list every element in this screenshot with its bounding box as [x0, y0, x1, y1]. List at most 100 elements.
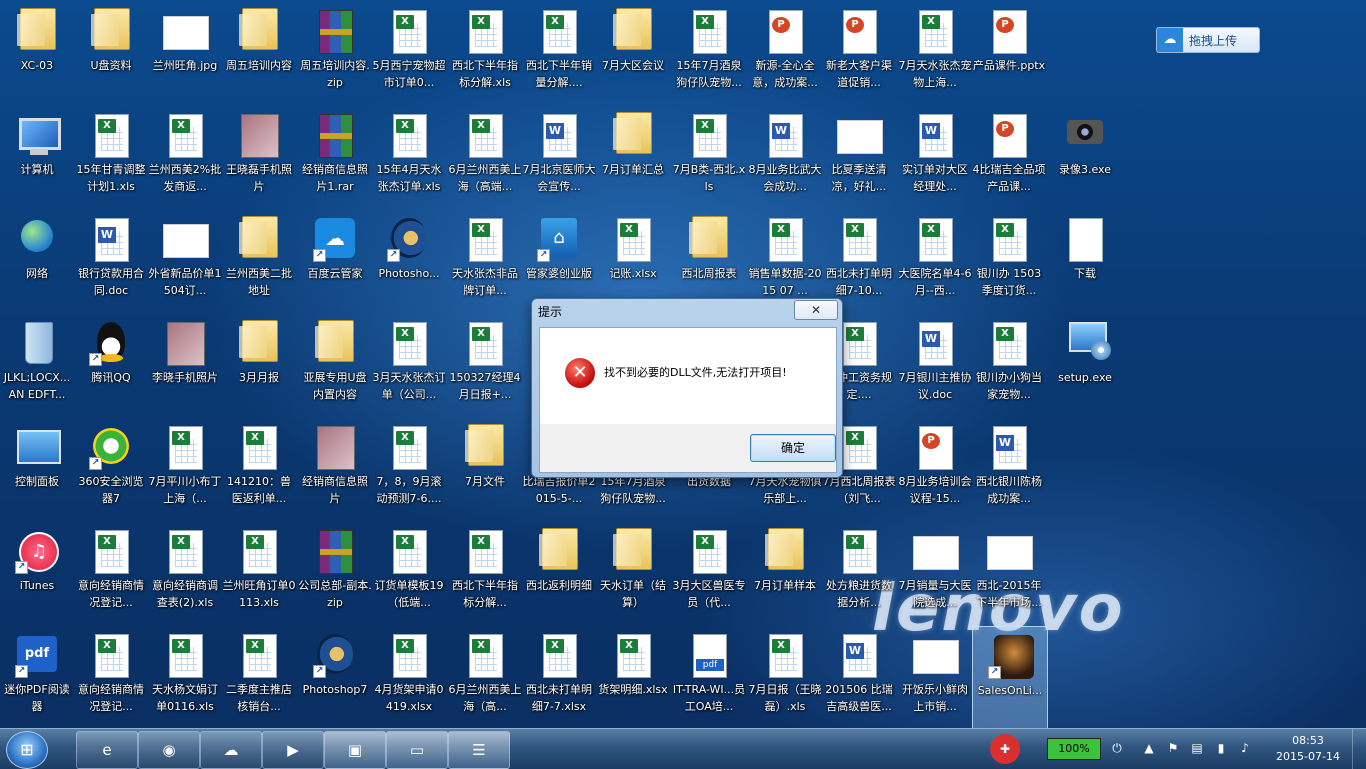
windows-start-button[interactable]: ⊞: [6, 731, 48, 769]
taskbar-360-browser-button[interactable]: e: [76, 731, 138, 769]
desktop-icon[interactable]: X 兰州旺角订单0113.xls: [222, 522, 296, 626]
tray-network-icon[interactable]: ▮: [1212, 739, 1230, 757]
desktop-icon[interactable]: P 4比瑞吉全品项产品课...: [972, 106, 1046, 210]
desktop-icon[interactable]: X 15年7月酒泉狗仔队宠物...: [672, 2, 746, 106]
taskbar-app-button[interactable]: ☰: [448, 731, 510, 769]
desktop-icon[interactable]: X 6月兰州西美上海（高端...: [448, 106, 522, 210]
desktop-icon[interactable]: ↗ 腾讯QQ: [74, 314, 148, 418]
desktop-icon[interactable]: X 订货单模板19（低端...: [372, 522, 446, 626]
desktop-icon[interactable]: 李晓手机照片: [148, 314, 222, 418]
desktop-icon[interactable]: X 银川办 1503季度订货...: [972, 210, 1046, 314]
taskbar-baidu-cloud-button[interactable]: ☁: [200, 731, 262, 769]
dialog-close-button[interactable]: ✕: [794, 300, 838, 320]
desktop-icon[interactable]: XC-03: [0, 2, 74, 106]
desktop-icon[interactable]: X 7月平川小布丁上海（...: [148, 418, 222, 522]
desktop-icon[interactable]: X 6月兰州西美上海（高...: [448, 626, 522, 728]
taskbar-photoshop-button[interactable]: ◉: [138, 731, 200, 769]
desktop-icon[interactable]: 7月订单样本: [748, 522, 822, 626]
desktop-icon[interactable]: 下载: [1048, 210, 1122, 314]
desktop-icon[interactable]: X 西北下半年指标分解...: [448, 522, 522, 626]
desktop-icon[interactable]: X 3月天水张杰订单（公司...: [372, 314, 446, 418]
desktop-icon[interactable]: 控制面板: [0, 418, 74, 522]
desktop-icon[interactable]: P 8月业务培训会议程-15...: [898, 418, 972, 522]
desktop-icon[interactable]: X 5月西宁宠物超市订单0...: [372, 2, 446, 106]
desktop-icon[interactable]: X 西北下半年指标分解.xls: [448, 2, 522, 106]
desktop-icon[interactable]: 西北返利明细: [522, 522, 596, 626]
desktop-icon[interactable]: ↗ Photosho...: [372, 210, 446, 314]
desktop-icon[interactable]: 7月销量与大医院选成...: [898, 522, 972, 626]
clock[interactable]: 08:53 2015-07-14: [1268, 733, 1348, 765]
desktop-icon[interactable]: X 货架明细.xlsx: [596, 626, 670, 728]
desktop-icon[interactable]: 外省新品价单1504订...: [148, 210, 222, 314]
desktop-icon[interactable]: W 7月北京医师大会宣传...: [522, 106, 596, 210]
desktop-icon[interactable]: 比夏季送清凉，好礼...: [822, 106, 896, 210]
tray-action-center-icon[interactable]: ⚑: [1164, 739, 1182, 757]
desktop-icon[interactable]: ↗ SalesOnLi...: [972, 626, 1048, 728]
desktop-icon[interactable]: 开饭乐小鲜肉上市销...: [898, 626, 972, 728]
desktop-icon[interactable]: 7月大区会议: [596, 2, 670, 106]
desktop-icon[interactable]: W 7月银川主推协议.doc: [898, 314, 972, 418]
desktop-icon[interactable]: U盘资料: [74, 2, 148, 106]
desktop-icon[interactable]: ☁ ↗ 百度云管家: [298, 210, 372, 314]
desktop-icon[interactable]: P 产品课件.pptx: [972, 2, 1046, 106]
desktop-icon[interactable]: pdf ↗ 迷你PDF阅读器: [0, 626, 74, 728]
desktop-icon[interactable]: W 201506 比瑞吉高级兽医...: [822, 626, 896, 728]
desktop-icon[interactable]: X 意向经销商情况登记...: [74, 522, 148, 626]
tray-security-icon[interactable]: ✚: [990, 734, 1020, 764]
desktop-icon[interactable]: X 15年4月天水张杰订单.xls: [372, 106, 446, 210]
desktop-icon[interactable]: 网络: [0, 210, 74, 314]
tray-power-icon[interactable]: ⏻: [1108, 739, 1126, 757]
desktop-icon[interactable]: X 银川办小狗当家宠物...: [972, 314, 1046, 418]
desktop-icon[interactable]: 西北-2015年下半年市场...: [972, 522, 1046, 626]
desktop-icon[interactable]: X 7月日报（王晓磊）.xls: [748, 626, 822, 728]
desktop-icon[interactable]: 兰州西美二批地址: [222, 210, 296, 314]
desktop-icon[interactable]: 经销商信息照片: [298, 418, 372, 522]
desktop-icon[interactable]: X 意向经销商情况登记...: [74, 626, 148, 728]
desktop-icon[interactable]: X 4月货架申请0419.xlsx: [372, 626, 446, 728]
desktop-icon[interactable]: W 西北银川陈杨成功案...: [972, 418, 1046, 522]
desktop-icon[interactable]: P 新老大客户渠道促销...: [822, 2, 896, 106]
desktop-icon[interactable]: X 二季度主推店核销台...: [222, 626, 296, 728]
desktop-icon[interactable]: 公司总部-副本.zip: [298, 522, 372, 626]
desktop-icon[interactable]: 王晓磊手机照片: [222, 106, 296, 210]
desktop-icon[interactable]: X 7月天水张杰宠物上海...: [898, 2, 972, 106]
desktop-icon[interactable]: ↗ Photoshop7: [298, 626, 372, 728]
desktop-icon[interactable]: X 150327经理4月日报+...: [448, 314, 522, 418]
desktop-icon[interactable]: X 7月B类-西北.xls: [672, 106, 746, 210]
desktop-icon[interactable]: X 兰州西美2%批发商返...: [148, 106, 222, 210]
desktop-icon[interactable]: X 西北未打单明细7-7.xlsx: [522, 626, 596, 728]
desktop-icon[interactable]: X 西北下半年销量分解....: [522, 2, 596, 106]
desktop-icon[interactable]: 经销商信息照片1.rar: [298, 106, 372, 210]
tray-show-hidden-icon[interactable]: ▲: [1140, 739, 1158, 757]
desktop-icon[interactable]: X 天水杨文娟订单0116.xls: [148, 626, 222, 728]
desktop-icon[interactable]: X 意向经销商调查表(2).xls: [148, 522, 222, 626]
desktop-icon[interactable]: 计算机: [0, 106, 74, 210]
taskbar-explorer-button[interactable]: ▭: [386, 731, 448, 769]
desktop-icon[interactable]: 7月文件: [448, 418, 522, 522]
desktop-icon[interactable]: W 8月业务比武大会成功...: [748, 106, 822, 210]
desktop-icon[interactable]: X 大医院名单4-6月--西...: [898, 210, 972, 314]
desktop-icon[interactable]: 天水订单（结算）: [596, 522, 670, 626]
desktop-icon[interactable]: X 天水张杰非品牌订单...: [448, 210, 522, 314]
desktop-icon[interactable]: ↗ 360安全浏览器7: [74, 418, 148, 522]
tray-volume-icon[interactable]: ♪: [1236, 739, 1254, 757]
desktop-icon[interactable]: W 实订单对大区经理处...: [898, 106, 972, 210]
desktop-icon[interactable]: X 7，8，9月滚动预测7-6....: [372, 418, 446, 522]
desktop-icon[interactable]: 7月订单汇总: [596, 106, 670, 210]
desktop-icon[interactable]: P 新源-全心全意，成功案...: [748, 2, 822, 106]
taskbar-photo-viewer-button[interactable]: ▣: [324, 731, 386, 769]
taskbar-iqiyi-button[interactable]: ▶: [262, 731, 324, 769]
tray-devices-icon[interactable]: ▤: [1188, 739, 1206, 757]
desktop-icon[interactable]: X 15年甘青调整计划1.xls: [74, 106, 148, 210]
desktop-icon[interactable]: X 141210：兽医返利单...: [222, 418, 296, 522]
desktop-icon[interactable]: setup.exe: [1048, 314, 1122, 418]
drag-upload-widget[interactable]: ☁ 拖拽上传: [1156, 27, 1260, 53]
desktop-icon[interactable]: 亚展专用U盘内置内容: [298, 314, 372, 418]
desktop-icon[interactable]: 3月月报: [222, 314, 296, 418]
desktop-icon[interactable]: X 处方粮进货数据分析...: [822, 522, 896, 626]
desktop-icon[interactable]: ♫ ↗ iTunes: [0, 522, 74, 626]
desktop-icon[interactable]: X 3月大区兽医专员（代...: [672, 522, 746, 626]
desktop-icon[interactable]: 兰州旺角.jpg: [148, 2, 222, 106]
desktop-icon[interactable]: 周五培训内容.zip: [298, 2, 372, 106]
desktop-icon[interactable]: pdf IT-TRA-WI...员工OA培...: [672, 626, 746, 728]
